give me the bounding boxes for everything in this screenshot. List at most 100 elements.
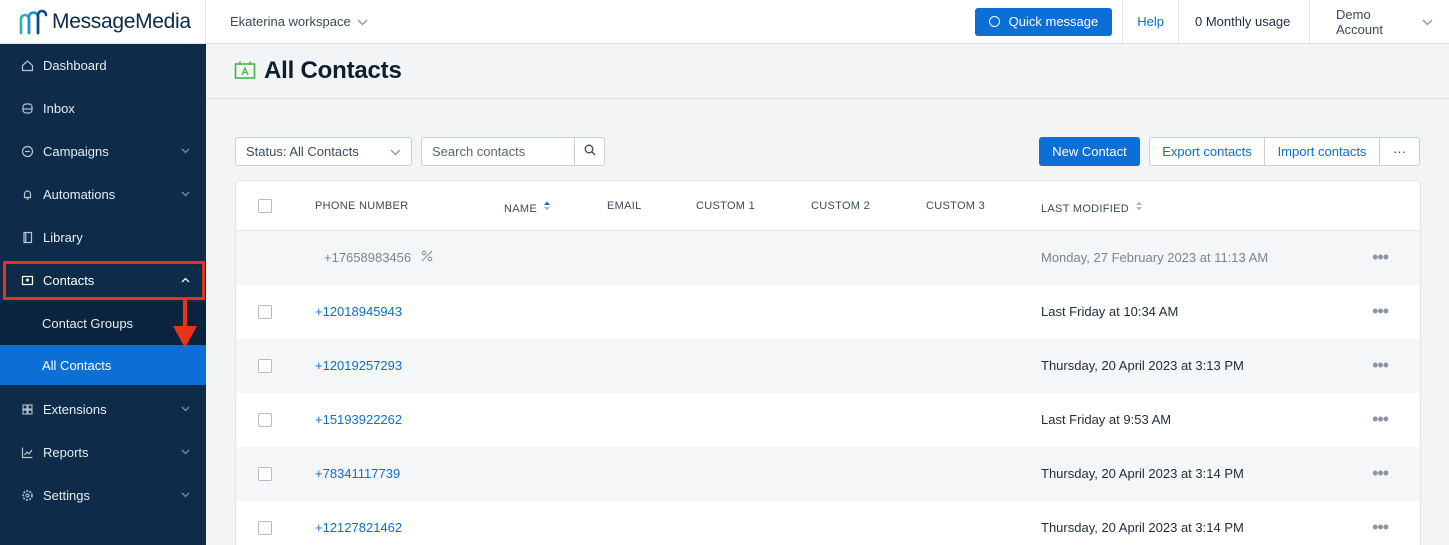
row-checkbox[interactable] — [258, 467, 272, 481]
row-menu-button[interactable]: ••• — [1372, 247, 1389, 268]
chevron-down-icon — [390, 144, 401, 159]
phone-number[interactable]: +12019257293 — [315, 358, 402, 373]
phone-number[interactable]: +78341117739 — [315, 466, 400, 481]
row-menu-button[interactable]: ••• — [1372, 463, 1389, 484]
column-header-custom-1[interactable]: CUSTOM 1 — [696, 200, 755, 212]
phone-number[interactable]: +12127821462 — [315, 520, 402, 535]
help-link[interactable]: Help — [1122, 0, 1178, 44]
new-contact-button[interactable]: New Contact — [1039, 137, 1140, 166]
column-header-label: NAME — [504, 203, 537, 215]
column-header-custom-3[interactable]: CUSTOM 3 — [926, 200, 985, 212]
sidebar-item-label: Extensions — [43, 402, 107, 417]
sidebar-item-settings[interactable]: Settings — [0, 474, 206, 517]
chevron-down-icon — [1422, 14, 1433, 29]
sort-icon — [1135, 201, 1143, 214]
row-checkbox[interactable] — [258, 305, 272, 319]
inbox-icon — [20, 102, 34, 116]
column-header-custom-2[interactable]: CUSTOM 2 — [811, 200, 870, 212]
chevron-down-icon — [181, 189, 190, 200]
more-actions-button[interactable]: ··· — [1380, 138, 1419, 165]
phone-number[interactable]: +15193922262 — [315, 412, 402, 427]
sort-icon — [543, 201, 551, 214]
sidebar-item-label: Reports — [43, 445, 89, 460]
last-modified: Monday, 27 February 2023 at 11:13 AM — [1041, 250, 1269, 265]
table-row[interactable]: +17658983456 Monday, 27 February 2023 at… — [236, 231, 1420, 285]
sidebar-item-label: Settings — [43, 488, 90, 503]
page-title: All Contacts — [264, 57, 402, 84]
row-checkbox[interactable] — [258, 413, 272, 427]
phone-number[interactable]: +12018945943 — [315, 304, 402, 319]
brand-logo[interactable]: MessageMedia — [0, 0, 206, 44]
top-bar: MessageMedia Ekaterina workspace Quick m… — [0, 0, 1449, 44]
row-menu-button[interactable]: ••• — [1372, 355, 1389, 376]
sidebar-item-all-contacts[interactable]: All Contacts — [0, 345, 206, 385]
sidebar-item-extensions[interactable]: Extensions — [0, 388, 206, 431]
search-input[interactable] — [422, 138, 574, 165]
workspace-name: Ekaterina workspace — [230, 14, 351, 29]
home-icon — [20, 59, 34, 73]
search-contacts — [421, 137, 605, 166]
column-header-last-modified[interactable]: LAST MODIFIED — [1041, 200, 1143, 215]
import-contacts-button[interactable]: Import contacts — [1265, 138, 1380, 165]
quick-message-label: Quick message — [1008, 14, 1099, 29]
contacts-highlight-box — [3, 261, 205, 300]
row-checkbox[interactable] — [258, 359, 272, 373]
quick-message-button[interactable]: Quick message — [974, 7, 1113, 36]
annotation-arrow-shaft — [183, 300, 187, 328]
contacts-table: PHONE NUMBER NAME EMAIL CUSTOM 1 CUSTOM … — [235, 180, 1421, 545]
annotation-arrow-head — [173, 326, 197, 348]
sidebar-item-library[interactable]: Library — [0, 216, 206, 259]
message-bubble-icon — [988, 16, 1000, 27]
table-row[interactable]: +78341117739 Thursday, 20 April 2023 at … — [236, 447, 1420, 501]
row-checkbox[interactable] — [258, 521, 272, 535]
sidebar-item-dashboard[interactable]: Dashboard — [0, 44, 206, 87]
sidebar-item-automations[interactable]: Automations — [0, 173, 206, 216]
table-row[interactable]: +12019257293 Thursday, 20 April 2023 at … — [236, 339, 1420, 393]
row-menu-button[interactable]: ••• — [1372, 409, 1389, 430]
sidebar-item-campaigns[interactable]: Campaigns — [0, 130, 206, 173]
account-menu[interactable]: Demo Account — [1309, 0, 1449, 44]
table-row[interactable]: +12127821462 Thursday, 20 April 2023 at … — [236, 501, 1420, 545]
sidebar-item-inbox[interactable]: Inbox — [0, 87, 206, 130]
column-header-phone[interactable]: PHONE NUMBER — [315, 200, 408, 212]
opted-out-icon — [420, 249, 434, 266]
column-header-name[interactable]: NAME — [504, 200, 551, 215]
monthly-usage[interactable]: 0 Monthly usage — [1178, 0, 1309, 44]
workspace-switcher[interactable]: Ekaterina workspace — [206, 14, 975, 29]
sidebar-item-label: Campaigns — [43, 144, 109, 159]
column-header-label: LAST MODIFIED — [1041, 203, 1130, 215]
row-menu-button[interactable]: ••• — [1372, 301, 1389, 322]
sidebar-item-label: All Contacts — [42, 357, 112, 373]
messagemedia-logo-icon — [19, 9, 48, 34]
last-modified: Thursday, 20 April 2023 at 3:14 PM — [1041, 520, 1244, 535]
chat-icon — [20, 145, 34, 159]
account-name: Demo Account — [1336, 6, 1383, 37]
sidebar-item-label: Inbox — [43, 101, 75, 116]
column-header-email[interactable]: EMAIL — [607, 200, 642, 212]
sidebar-item-label: Contact Groups — [42, 316, 134, 331]
bell-icon — [20, 188, 34, 202]
search-icon — [584, 144, 596, 159]
last-modified: Last Friday at 10:34 AM — [1041, 304, 1179, 319]
chevron-down-icon — [181, 146, 190, 157]
last-modified: Thursday, 20 April 2023 at 3:13 PM — [1041, 358, 1244, 373]
table-row[interactable]: +15193922262 Last Friday at 9:53 AM ••• — [236, 393, 1420, 447]
chevron-down-icon — [181, 447, 190, 458]
phone-number: +17658983456 — [324, 250, 412, 265]
row-menu-button[interactable]: ••• — [1372, 517, 1389, 538]
status-filter-select[interactable]: Status: All Contacts — [235, 137, 412, 166]
search-button[interactable] — [574, 138, 604, 165]
last-modified: Last Friday at 9:53 AM — [1041, 412, 1172, 427]
last-modified: Thursday, 20 April 2023 at 3:14 PM — [1041, 466, 1244, 481]
sidebar-item-reports[interactable]: Reports — [0, 431, 206, 474]
chevron-down-icon — [181, 404, 190, 415]
export-contacts-button[interactable]: Export contacts — [1150, 138, 1265, 165]
select-all-checkbox[interactable] — [258, 199, 272, 213]
chevron-down-icon — [357, 14, 368, 29]
chart-icon — [20, 446, 34, 460]
book-icon — [20, 231, 34, 245]
sidebar-item-label: Automations — [43, 187, 116, 202]
grid-icon — [20, 403, 34, 417]
table-row[interactable]: +12018945943 Last Friday at 10:34 AM ••• — [236, 285, 1420, 339]
status-filter-value: Status: All Contacts — [246, 144, 359, 159]
